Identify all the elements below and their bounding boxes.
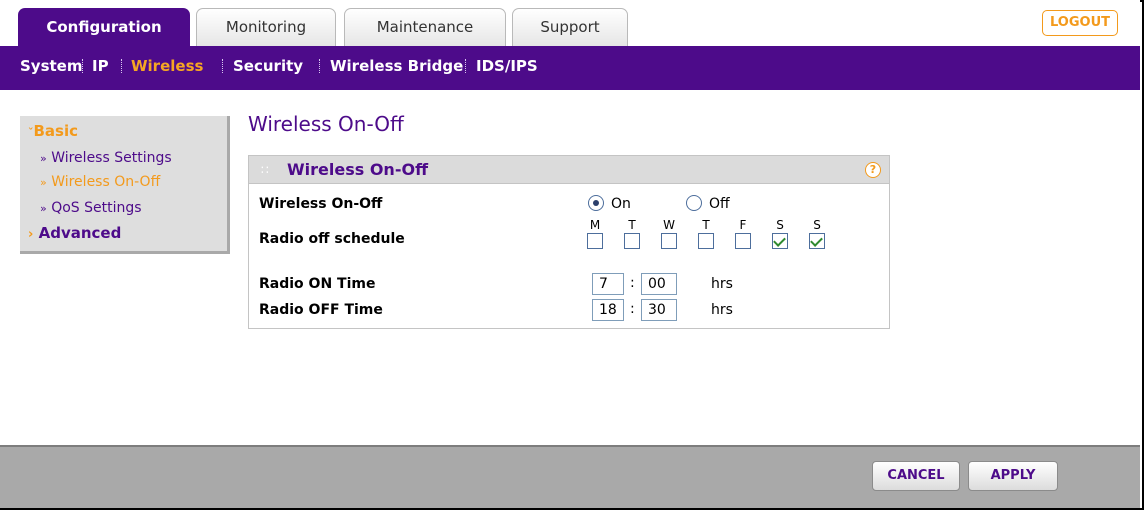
on-hour-input[interactable]: 7 <box>592 273 624 295</box>
day-label-wednesday: W <box>663 218 675 232</box>
subnav-system[interactable]: System <box>20 46 82 86</box>
checkbox-wednesday[interactable] <box>661 233 677 249</box>
day-label-tuesday: T <box>628 218 636 232</box>
off-hour-input[interactable]: 18 <box>592 299 624 321</box>
subnav-separator <box>222 59 223 73</box>
time-colon: : <box>630 275 635 291</box>
logout-button[interactable]: LOGOUT <box>1042 10 1118 36</box>
off-hrs-label: hrs <box>711 302 733 318</box>
wireless-on-off-panel: ∷ Wireless On-Off ? Wireless On-Off On O… <box>248 155 890 329</box>
subnav-ids-ips[interactable]: IDS/IPS <box>476 46 538 86</box>
leftnav-item-qos-settings[interactable]: » QoS Settings <box>40 200 142 216</box>
drag-grip-icon: ∷ <box>261 163 269 177</box>
top-tab-bar: Configuration Monitoring Maintenance Sup… <box>0 0 1140 46</box>
page-title: Wireless On-Off <box>248 112 404 136</box>
radio-on-time-label: Radio ON Time <box>259 276 376 292</box>
checkbox-monday[interactable] <box>587 233 603 249</box>
advanced-section-header[interactable]: › Advanced <box>28 224 121 242</box>
subnav-wireless-bridge[interactable]: Wireless Bridge <box>330 46 463 86</box>
footer-bar: CANCEL APPLY <box>0 445 1140 508</box>
radio-off-label: Off <box>709 196 730 212</box>
leftnav-item-label: Wireless On-Off <box>51 174 161 190</box>
tab-monitoring[interactable]: Monitoring <box>196 8 336 46</box>
day-label-sunday: S <box>813 218 821 232</box>
on-minute-input[interactable]: 00 <box>641 273 677 295</box>
leftnav-item-label: QoS Settings <box>51 200 142 216</box>
checkbox-thursday[interactable] <box>698 233 714 249</box>
wireless-on-off-label: Wireless On-Off <box>259 196 383 212</box>
checkbox-sunday[interactable] <box>809 233 825 249</box>
tab-configuration[interactable]: Configuration <box>18 8 190 46</box>
panel-header: ∷ Wireless On-Off ? <box>249 156 889 184</box>
day-label-friday: F <box>739 218 747 232</box>
subnav-separator <box>319 59 320 73</box>
tab-support[interactable]: Support <box>512 8 628 46</box>
subnav-separator <box>121 59 122 73</box>
subnav-ip[interactable]: IP <box>92 46 109 86</box>
tab-maintenance[interactable]: Maintenance <box>344 8 506 46</box>
chevron-right-icon: » <box>40 176 47 189</box>
help-icon[interactable]: ? <box>865 162 881 178</box>
leftnav-item-wireless-settings[interactable]: » Wireless Settings <box>40 150 172 166</box>
chevron-right-icon: » <box>40 152 47 165</box>
radio-off-schedule-label: Radio off schedule <box>259 231 405 247</box>
panel-title: Wireless On-Off <box>287 160 429 179</box>
time-colon: : <box>630 301 635 317</box>
on-hrs-label: hrs <box>711 276 733 292</box>
advanced-section-label: Advanced <box>38 224 122 242</box>
day-label-saturday: S <box>776 218 784 232</box>
radio-off-time-label: Radio OFF Time <box>259 302 383 318</box>
radio-on[interactable] <box>588 195 604 211</box>
leftnav-item-wireless-on-off[interactable]: » Wireless On-Off <box>40 174 160 190</box>
apply-button[interactable]: APPLY <box>968 461 1058 491</box>
subnav-wireless[interactable]: Wireless <box>131 46 203 86</box>
radio-on-label: On <box>611 196 631 212</box>
radio-off[interactable] <box>686 195 702 211</box>
chevron-right-icon: » <box>40 202 47 215</box>
sub-navigation-bar: System IP Wireless Security Wireless Bri… <box>0 46 1140 86</box>
subnav-separator <box>465 59 466 73</box>
checkbox-tuesday[interactable] <box>624 233 640 249</box>
subnav-separator <box>82 59 83 73</box>
leftnav-item-label: Wireless Settings <box>51 150 172 166</box>
checkbox-saturday[interactable] <box>772 233 788 249</box>
day-label-monday: M <box>589 218 601 232</box>
day-label-thursday: T <box>702 218 710 232</box>
subnav-security[interactable]: Security <box>233 46 303 86</box>
left-navigation: ˇBasic » Wireless Settings » Wireless On… <box>20 116 230 254</box>
cancel-button[interactable]: CANCEL <box>872 461 960 491</box>
checkbox-friday[interactable] <box>735 233 751 249</box>
basic-section-header[interactable]: ˇBasic <box>28 122 78 140</box>
off-minute-input[interactable]: 30 <box>641 299 677 321</box>
basic-section-label: Basic <box>33 122 79 140</box>
chevron-right-icon: › <box>28 227 34 242</box>
